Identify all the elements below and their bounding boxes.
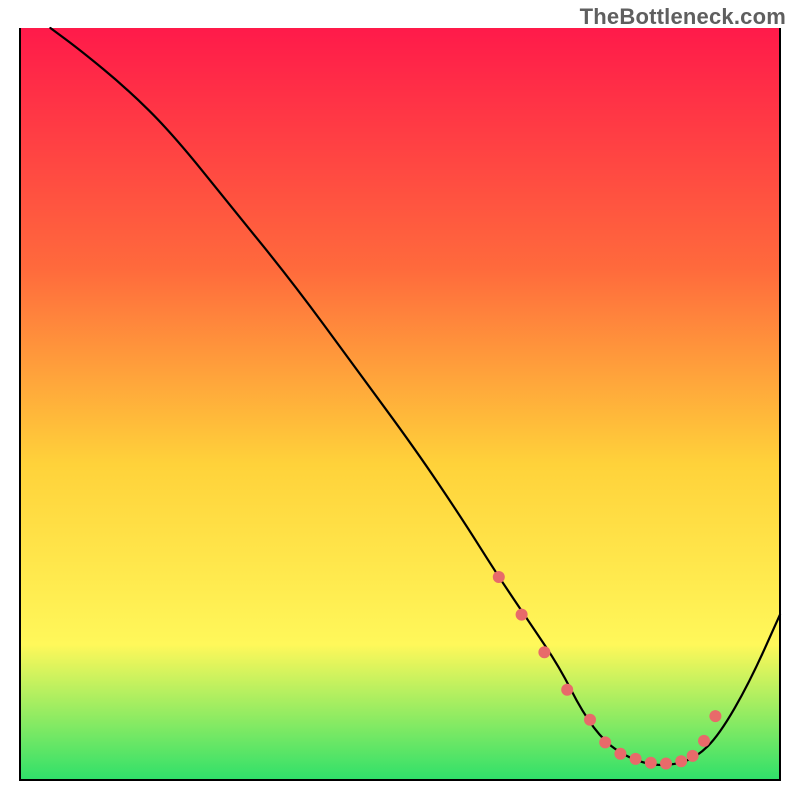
valley-dot bbox=[516, 609, 528, 621]
valley-dot bbox=[614, 748, 626, 760]
valley-dot bbox=[660, 758, 672, 770]
valley-dot bbox=[630, 753, 642, 765]
chart-stage: TheBottleneck.com bbox=[0, 0, 800, 800]
valley-dot bbox=[687, 750, 699, 762]
watermark-text: TheBottleneck.com bbox=[580, 4, 786, 30]
valley-dot bbox=[538, 646, 550, 658]
valley-dot bbox=[698, 735, 710, 747]
valley-dot bbox=[561, 684, 573, 696]
valley-dot bbox=[584, 714, 596, 726]
valley-dot bbox=[709, 710, 721, 722]
valley-dot bbox=[645, 757, 657, 769]
plot-background bbox=[20, 28, 780, 780]
valley-dot bbox=[599, 736, 611, 748]
valley-dot bbox=[675, 755, 687, 767]
valley-dot bbox=[493, 571, 505, 583]
chart-svg bbox=[0, 0, 800, 800]
